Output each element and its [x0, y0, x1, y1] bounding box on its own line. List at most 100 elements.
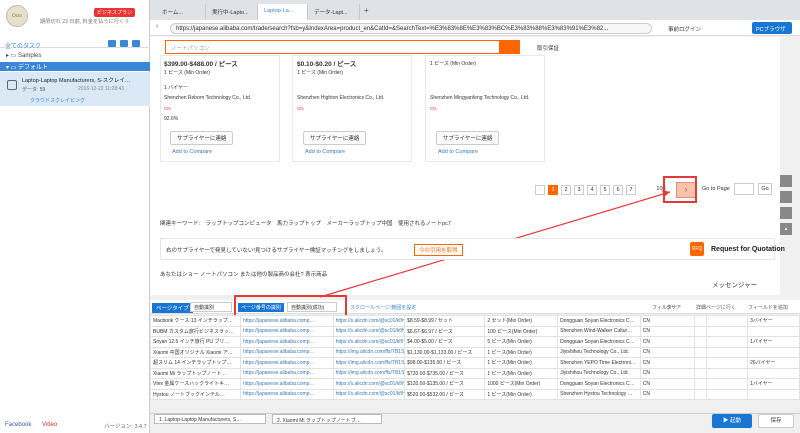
table-cell: Hystou ノートブックインテル… — [149, 388, 242, 400]
table-cell: BUBM カスタム旅行ビジネスラッ… — [149, 325, 242, 337]
table-cell: https://s.alicdn.com/@sc01/kf/H… — [332, 336, 406, 348]
table-row[interactable]: 超スリム 14 インチラップトップ… https://japanese.aliba… — [149, 357, 800, 369]
table-cell: 1 ピース(Min Order) — [484, 367, 559, 379]
table-cell: CN — [639, 367, 696, 379]
scroll-setting-link[interactable]: スクロールページ 範囲を設定 — [350, 304, 416, 311]
table-cell: CN — [639, 325, 696, 337]
table-cell: Dongguan Soyan Electronics C… — [557, 336, 641, 348]
table-cell: https://s.alicdn.com/@sc01/kf/H… — [332, 325, 406, 337]
table-cell: https://japanese.alibaba.comp… — [240, 357, 334, 369]
table-cell: $6.67-$6.97 / ピース — [404, 325, 486, 337]
table-cell — [694, 346, 708, 358]
clear-button[interactable]: クリア — [666, 304, 681, 311]
feedback-icon[interactable] — [780, 191, 792, 203]
table-cell: 5 ピース(Min Order) — [484, 336, 559, 348]
table-cell — [694, 336, 708, 348]
table-cell: Jiyishihou Technology Co., Ltd. — [557, 367, 641, 379]
table-row[interactable]: Hystou ノートブックインテル… https://japanese.aliba… — [149, 388, 800, 400]
table-cell: 26バイヤー — [747, 357, 800, 369]
table-cell: $520.00-$532.00 / ピース — [404, 388, 486, 400]
table-cell: 3バイヤー — [747, 315, 800, 327]
save-button[interactable]: 保存 — [758, 414, 794, 428]
table-cell: https://s.alicdn.com/@sc01/kf/H… — [332, 378, 406, 390]
table-row[interactable]: Macbook ケース 13 インチラップ… https://japanese.a… — [149, 315, 800, 327]
table-cell: https://japanese.alibaba.comp… — [240, 346, 334, 358]
table-cell: https://japanese.alibaba.comp… — [240, 325, 334, 337]
qr-icon[interactable] — [780, 207, 792, 219]
table-cell: $120.00-$135.00 / ピース — [404, 378, 486, 390]
table-cell: Dongguan Soyan Electronics C… — [557, 378, 641, 390]
table-cell — [706, 315, 749, 327]
chat-icon[interactable] — [780, 175, 792, 187]
get-quote-button[interactable]: 今の引用を取得 — [414, 244, 463, 256]
table-row[interactable]: Vtex 金属ケースハックライトキ… https://japanese.aliba… — [149, 378, 800, 390]
table-cell: CN — [639, 315, 696, 327]
table-cell: CN — [639, 388, 696, 400]
bottom-tab-2[interactable]: 2. Xiaomi Mi ラップトップノートブ… — [272, 414, 382, 424]
table-cell: Shenzhen YEPO Time Electroni… — [557, 357, 641, 369]
table-cell — [706, 378, 749, 390]
table-cell: Xiaomi Mi ラップトップノート… — [149, 367, 242, 379]
table-cell: 1 ピース(Min Order) — [484, 346, 559, 358]
table-cell: https://img.alicdn.com/ffs/TB1S… — [332, 357, 406, 369]
table-cell: 2 セット(Min Order) — [484, 315, 559, 327]
table-cell — [694, 367, 708, 379]
table-cell: https://japanese.alibaba.comp… — [240, 388, 334, 400]
table-cell — [694, 315, 708, 327]
table-cell: Vtex 金属ケースハックライトキ… — [149, 378, 242, 390]
table-cell: Jiyishihou Technology Co., Ltd. — [557, 346, 641, 358]
table-cell: https://japanese.alibaba.comp… — [240, 367, 334, 379]
table-row[interactable]: Soyan 12.5 インチ旅行 PU ブリ… https://japanese.… — [149, 336, 800, 348]
related-keywords[interactable]: 関連キーワード: ラップトップコンピュータ 馬力ラップトップ メーカーラップトッ… — [160, 219, 451, 227]
table-cell: https://s.alicdn.com/@sc01/kf/H… — [332, 388, 406, 400]
table-cell: https://japanese.alibaba.comp… — [240, 336, 334, 348]
supplier-question[interactable]: あなたはショー ノートパソコン または他の製品商の会社? 表示商品 — [160, 270, 327, 278]
table-cell — [694, 388, 708, 400]
table-cell — [706, 367, 749, 379]
table-cell: $1,130.00-$1,133.00 / ピース — [404, 346, 486, 358]
table-cell: Shenzhen Hystou Technology … — [557, 388, 641, 400]
table-row[interactable]: Xiaomi Mi ラップトップノート… https://japanese.ali… — [149, 367, 800, 379]
page-type-select[interactable]: 自動識別 — [190, 302, 232, 312]
highlight-box — [234, 295, 347, 317]
table-cell: CN — [639, 336, 696, 348]
table-cell: CN — [639, 378, 696, 390]
table-cell: Soyan 12.5 インチ旅行 PU ブリ… — [149, 336, 242, 348]
table-cell: CN — [639, 346, 696, 358]
table-cell — [747, 367, 800, 379]
table-cell: https://japanese.alibaba.comp… — [240, 378, 334, 390]
table-cell: 1バイヤー — [747, 336, 800, 348]
table-cell: Macbook ケース 13 インチラップ… — [149, 315, 242, 327]
start-button[interactable]: ▶ 起動 — [712, 414, 752, 428]
table-cell: $98.00-$135.00 / ピース — [404, 357, 486, 369]
table-row[interactable]: BUBM カスタム旅行ビジネスラッ… https://japanese.aliba… — [149, 325, 800, 337]
table-cell — [694, 325, 708, 337]
table-cell: 超スリム 14 インチラップトップ… — [149, 357, 242, 369]
table-cell: https://s.alicdn.com/@sc01/kf/H… — [332, 315, 406, 327]
table-cell: 100 ピース(Min Order) — [484, 325, 559, 337]
top-icon[interactable]: ▲ — [780, 223, 792, 235]
table-cell — [747, 346, 800, 358]
table-cell — [706, 336, 749, 348]
table-cell — [694, 357, 708, 369]
table-cell — [694, 378, 708, 390]
table-cell — [706, 388, 749, 400]
table-cell: $720.00-$735.00 / ピース — [404, 367, 486, 379]
supplier-message: 右のサプライヤーで発見していない!見つけるサプライヤー検証マッチングをしましょう… — [166, 248, 387, 254]
messenger-label[interactable]: メッセンジャー — [712, 279, 757, 289]
table-cell: Dongguan Soyan Electronics C… — [557, 315, 641, 327]
detail-page-button[interactable]: 詳細ページに行く — [696, 304, 736, 311]
table-cell: https://japanese.alibaba.comp… — [240, 315, 334, 327]
bottom-tab-1[interactable]: 1. Laptop-Laptop Manufacturers, S… — [154, 414, 266, 424]
add-field-button[interactable]: フィールドを追加 — [748, 304, 788, 311]
table-cell: CN — [639, 357, 696, 369]
table-cell: https://img.alicdn.com/ffs/TB1S… — [332, 346, 406, 358]
table-cell: $4.00-$5.00 / ピース — [404, 336, 486, 348]
table-cell — [706, 346, 749, 358]
rfq-icon: RFQ — [690, 242, 704, 256]
table-cell: https://img.alicdn.com/ffs/TB1S… — [332, 367, 406, 379]
table-row[interactable]: Xiaomi 中国オリジナル Xiaomi ア… https://japanese… — [149, 346, 800, 358]
table-cell: 1 ピース(Min Order) — [484, 388, 559, 400]
request-for-quotation[interactable]: Request for Quotation — [711, 246, 785, 253]
table-cell — [706, 325, 749, 337]
